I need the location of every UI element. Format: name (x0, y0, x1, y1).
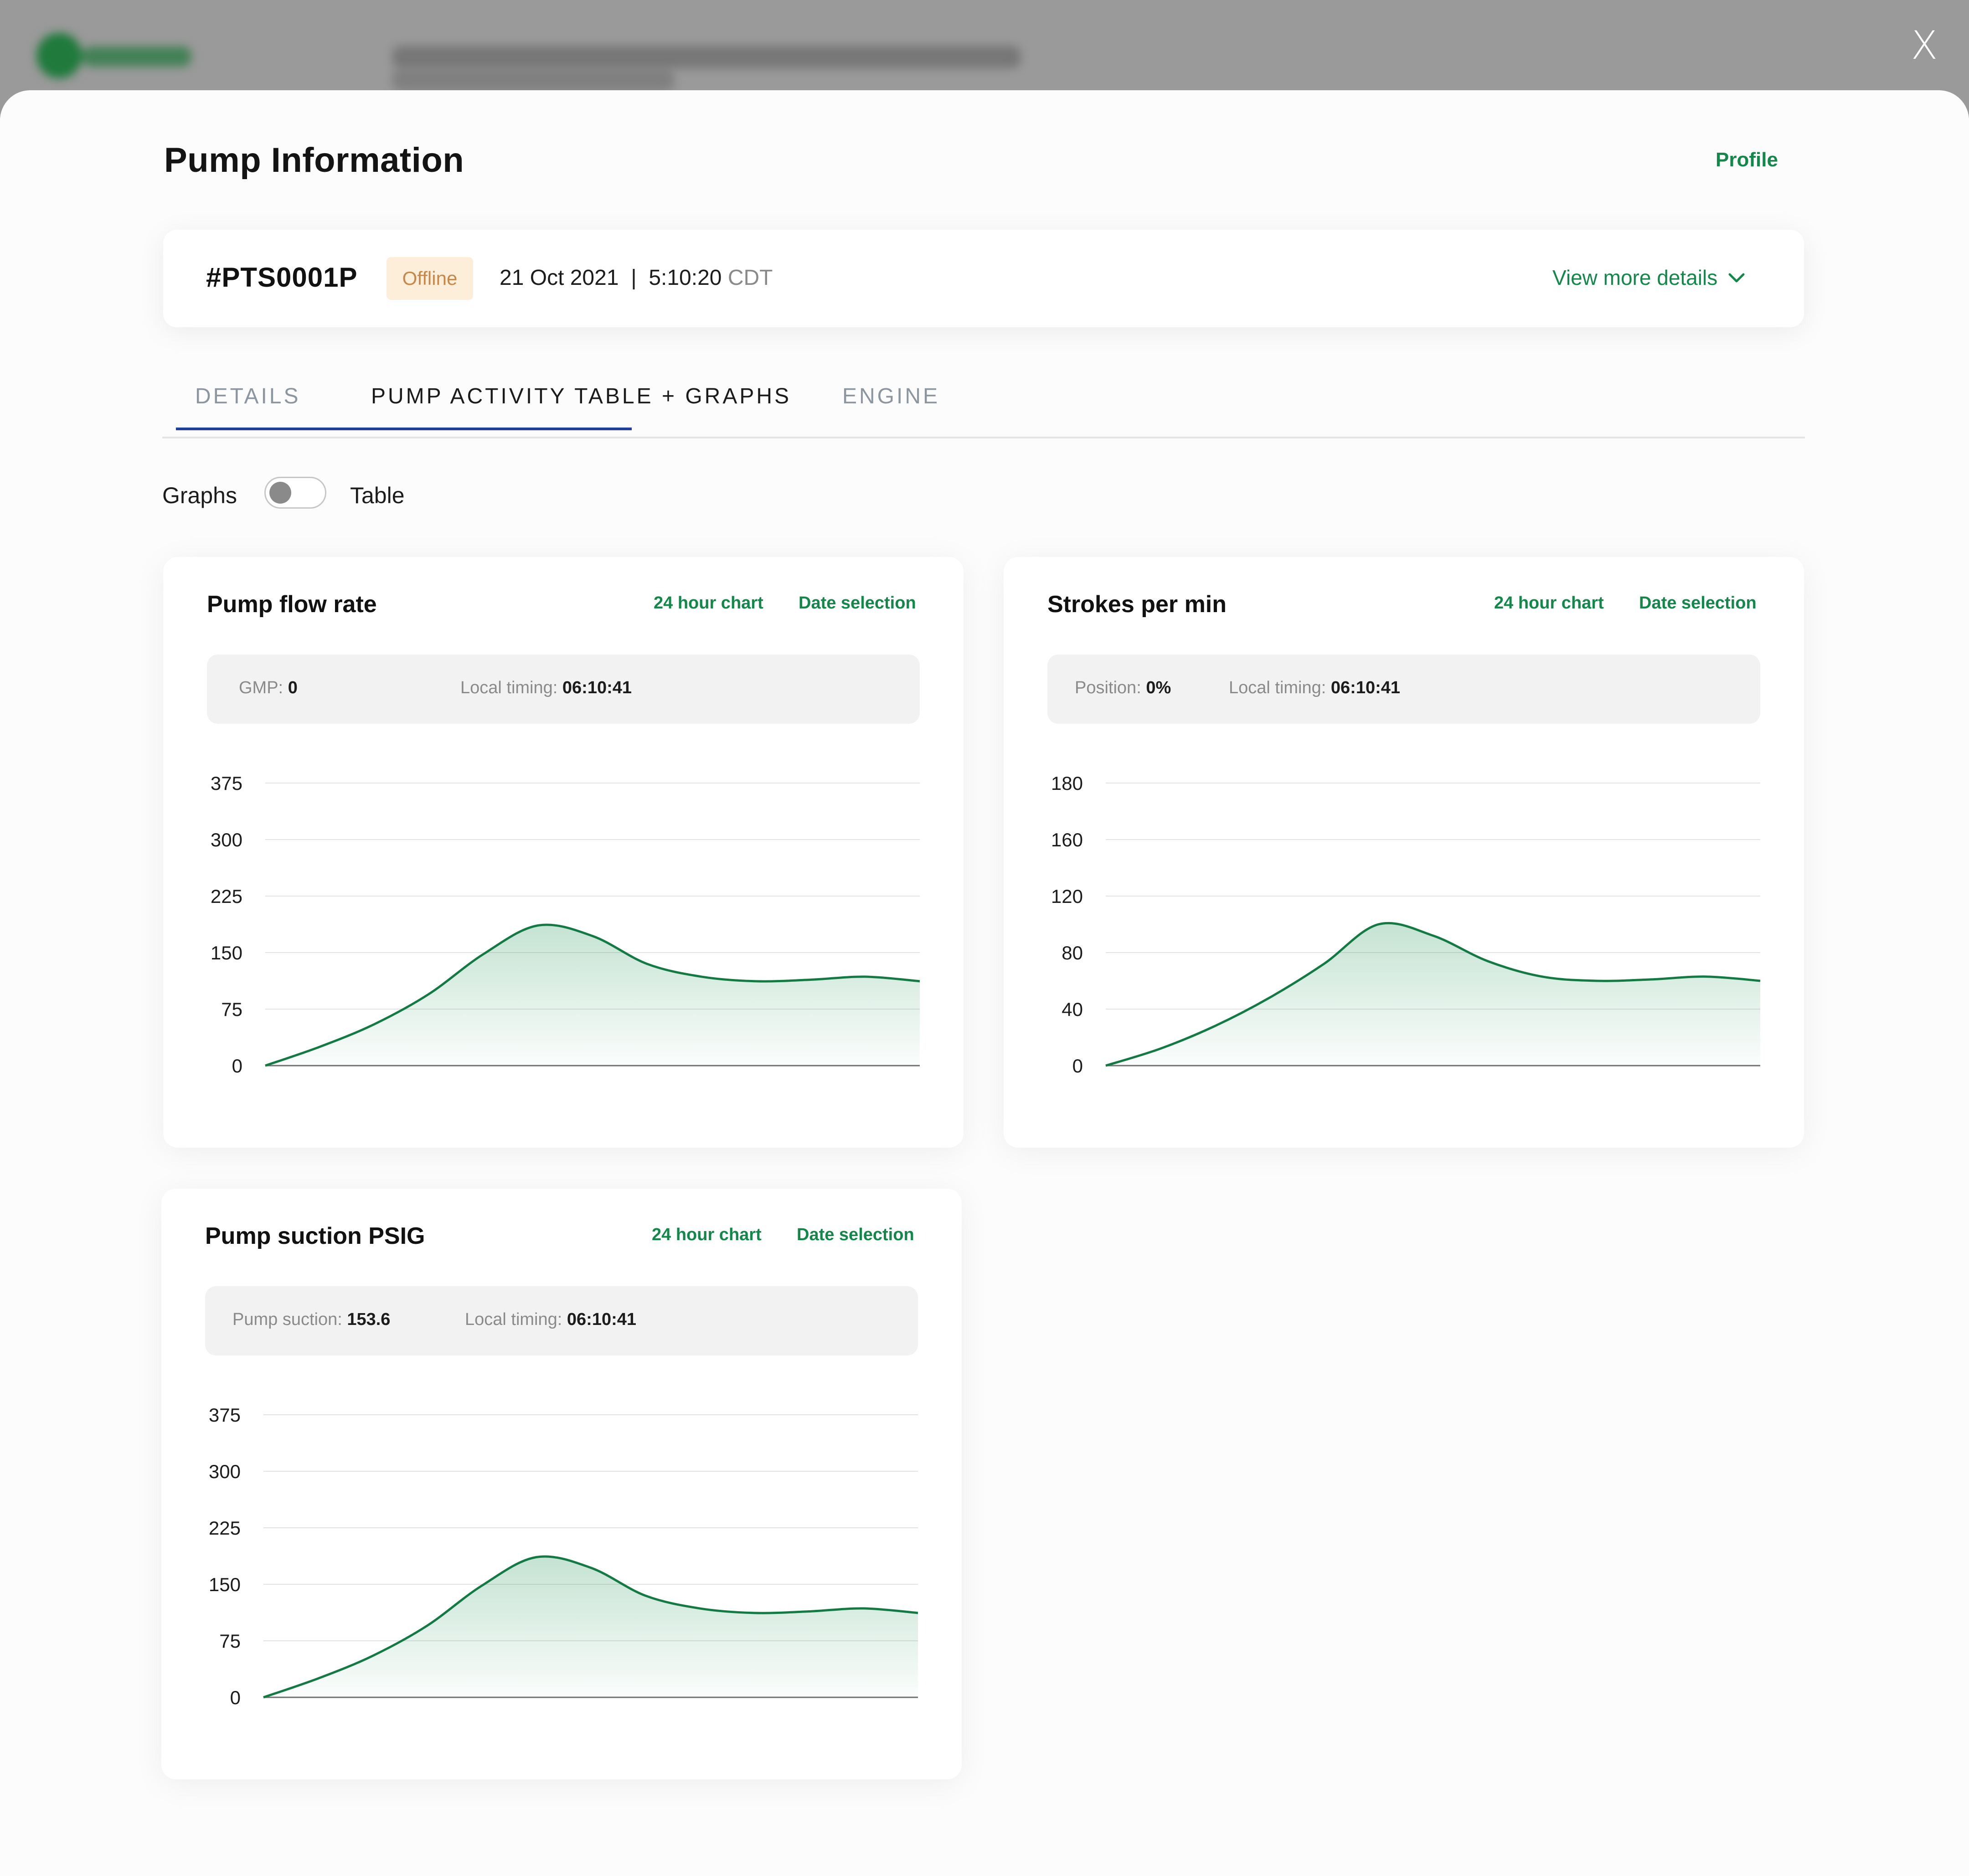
pump-datetime: 21 Oct 2021 | 5:10:20 CDT (500, 265, 773, 290)
24-hour-chart-link[interactable]: 24 hour chart (654, 593, 763, 613)
date-selection-link[interactable]: Date selection (799, 593, 916, 613)
readout-label: GMP: (239, 678, 288, 697)
graphs-table-toggle[interactable] (264, 477, 326, 509)
24-hour-chart-link[interactable]: 24 hour chart (652, 1225, 762, 1245)
readout-value: 0% (1146, 678, 1171, 697)
readout-value: 06:10:41 (567, 1310, 637, 1329)
view-more-label: View more details (1552, 266, 1718, 289)
readout-value: 06:10:41 (562, 678, 632, 697)
active-tab-indicator (176, 428, 632, 430)
chevron-down-icon (1728, 268, 1745, 287)
chart-title: Pump flow rate (207, 591, 377, 618)
readout-label: Position: (1075, 678, 1146, 697)
y-tick-label: 0 (230, 1687, 241, 1708)
area-fill (263, 1556, 918, 1697)
pump-suction-psig-chart: 0 75 150 225 300 375 (161, 1380, 962, 1745)
date-selection-link[interactable]: Date selection (1639, 593, 1757, 613)
readout-value: 0 (288, 678, 298, 697)
readout-position: Position: 0% (1075, 678, 1171, 698)
area-fill (265, 924, 920, 1066)
y-tick-label: 80 (1062, 942, 1083, 964)
readout-value: 06:10:41 (1330, 678, 1401, 697)
readout-label: Local timing: (1229, 678, 1331, 697)
chart-card-pump-suction-psig: Pump suction PSIG 24 hour chart Date sel… (161, 1189, 962, 1779)
y-tick-label: 120 (1051, 886, 1083, 907)
readout-gmp: GMP: 0 (239, 678, 298, 698)
y-tick-label: 160 (1051, 829, 1083, 850)
chart-card-pump-flow-rate: Pump flow rate 24 hour chart Date select… (163, 557, 964, 1148)
graphs-label: Graphs (162, 483, 237, 508)
chart-svg: 0 40 80 120 160 180 (1051, 773, 1761, 1077)
pump-date: 21 Oct 2021 (500, 266, 619, 290)
strokes-per-min-chart: 0 40 80 120 160 180 (1004, 748, 1804, 1113)
datetime-separator: | (631, 266, 637, 290)
y-tick-label: 150 (209, 1574, 241, 1595)
readout-local-timing: Local timing: 06:10:41 (465, 1310, 636, 1330)
y-tick-label: 375 (211, 773, 242, 794)
toggle-knob (269, 482, 291, 504)
status-badge: Offline (387, 257, 473, 300)
pump-id: #PTS0001P (206, 262, 358, 293)
date-selection-link[interactable]: Date selection (797, 1225, 914, 1245)
y-tick-label: 300 (209, 1461, 241, 1482)
y-tick-label: 375 (209, 1404, 241, 1426)
y-tick-label: 180 (1051, 773, 1083, 794)
background-logo (27, 28, 201, 83)
chart-readout: Position: 0% Local timing: 06:10:41 (1047, 655, 1760, 724)
readout-label: Local timing: (465, 1310, 567, 1329)
y-tick-label: 300 (211, 829, 242, 850)
tab-pump-activity[interactable]: PUMP ACTIVITY TABLE + GRAPHS (371, 384, 791, 432)
chart-svg: 0 75 150 225 300 375 (209, 1404, 918, 1708)
pump-information-modal: Pump Information Profile #PTS0001P Offli… (0, 90, 1969, 1876)
profile-link[interactable]: Profile (1716, 149, 1778, 171)
pump-flow-rate-chart: 0 75 150 225 300 375 (163, 748, 964, 1113)
readout-local-timing: Local timing: 06:10:41 (460, 678, 632, 698)
pump-timezone: CDT (727, 266, 773, 290)
chart-title: Strokes per min (1047, 591, 1227, 618)
y-tick-label: 150 (211, 942, 242, 964)
readout-value: 153.6 (347, 1310, 391, 1329)
chart-svg: 0 75 150 225 300 375 (211, 773, 920, 1077)
area-fill (1106, 923, 1760, 1066)
background-text-blur (392, 68, 675, 91)
y-tick-label: 40 (1062, 999, 1083, 1020)
close-button[interactable]: X (1906, 26, 1943, 65)
view-more-details-button[interactable]: View more details (1552, 265, 1745, 290)
readout-label: Pump suction: (232, 1310, 347, 1329)
y-tick-label: 75 (221, 999, 242, 1020)
chart-card-strokes-per-min: Strokes per min 24 hour chart Date selec… (1004, 557, 1804, 1148)
pump-summary-card: #PTS0001P Offline 21 Oct 2021 | 5:10:20 … (163, 230, 1804, 327)
background-text-blur (392, 46, 1021, 68)
chart-readout: Pump suction: 153.6 Local timing: 06:10:… (205, 1286, 918, 1355)
y-tick-label: 75 (219, 1630, 241, 1652)
tab-details[interactable]: DETAILS (195, 384, 301, 432)
chart-readout: GMP: 0 Local timing: 06:10:41 (207, 655, 920, 724)
pump-time: 5:10:20 (649, 266, 722, 290)
page-title: Pump Information (164, 141, 464, 180)
y-tick-label: 0 (232, 1055, 242, 1077)
y-tick-label: 225 (211, 886, 242, 907)
readout-label: Local timing: (460, 678, 562, 697)
table-label: Table (350, 483, 405, 508)
y-tick-label: 0 (1072, 1055, 1083, 1077)
24-hour-chart-link[interactable]: 24 hour chart (1494, 593, 1604, 613)
tab-engine[interactable]: ENGINE (842, 384, 940, 432)
readout-pump-suction: Pump suction: 153.6 (232, 1310, 390, 1330)
readout-local-timing: Local timing: 06:10:41 (1229, 678, 1400, 698)
y-tick-label: 225 (209, 1517, 241, 1539)
chart-title: Pump suction PSIG (205, 1223, 425, 1249)
